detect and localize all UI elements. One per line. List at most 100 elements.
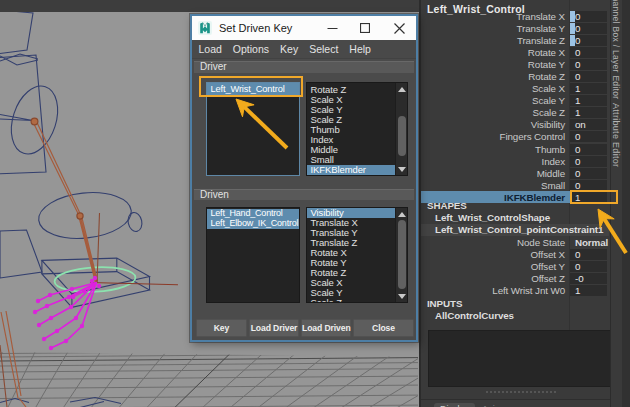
key-button[interactable]: Key [196, 319, 247, 337]
scrollbar-thumb[interactable] [398, 220, 406, 289]
sidebar-tab-strip: Channel Box / Layer Editor Attribute Edi… [610, 0, 622, 407]
tab-anim[interactable]: Anim [476, 403, 508, 407]
close-button[interactable] [384, 16, 414, 40]
attribute-label: Small [421, 180, 568, 191]
channelbox-attribute-row[interactable]: Index 0 [421, 155, 609, 167]
attribute-value-field[interactable]: 0 [570, 168, 607, 179]
menu-item[interactable]: Select [304, 43, 344, 55]
channelbox-row[interactable]: Offset X 0 [421, 248, 609, 260]
channelbox-attribute-row[interactable]: Rotate Y 0 [421, 58, 609, 70]
set-driven-key-dialog: Set Driven Key LoadOptionsKeySelectHelp … [190, 14, 418, 342]
channelbox-attribute-row[interactable]: Translate X 0 [421, 10, 609, 22]
row-label: SHAPES [421, 200, 609, 211]
dialog-menubar: LoadOptionsKeySelectHelp [192, 40, 416, 59]
scrollbar-thumb[interactable] [398, 116, 406, 156]
channelbox-attribute-row[interactable]: Small 0 [421, 179, 609, 191]
tab-channel-box-layer-editor[interactable]: Channel Box / Layer Editor [611, 0, 621, 99]
attribute-value-field[interactable]: 0 [570, 144, 607, 155]
attribute-value-field[interactable]: 0 [570, 11, 607, 22]
attribute-value-field[interactable]: 0 [570, 47, 607, 58]
driver-object-item[interactable]: Left_Wrist_Control [207, 83, 300, 96]
channelbox-attribute-row[interactable]: Thumb 0 [421, 143, 609, 155]
channel-box-panel: Left_Wrist_Control Translate X 0 Transla… [421, 0, 630, 407]
channelbox-row[interactable]: Offset Y 0 [421, 260, 609, 272]
driven-attribute-list[interactable]: VisibilityTranslate XTranslate YTranslat… [306, 207, 409, 303]
load-driven-button[interactable]: Load Driven [301, 319, 351, 337]
menu-item[interactable]: Key [275, 43, 304, 55]
row-value-field[interactable]: Normal [570, 237, 607, 248]
menu-item[interactable]: Options [227, 43, 274, 55]
attribute-value-field[interactable]: on [570, 119, 607, 130]
scroll-up-icon[interactable] [396, 83, 408, 95]
attribute-value-field[interactable]: 0 [570, 180, 607, 191]
panel-splitter-handle[interactable] [486, 391, 556, 393]
row-value-field[interactable]: -0 [570, 273, 607, 284]
channelbox-attribute-row[interactable]: Scale Z 1 [421, 107, 609, 119]
attribute-label: Visibility [421, 119, 568, 130]
channelbox-row[interactable]: INPUTS [421, 297, 609, 309]
maximize-button[interactable] [350, 16, 380, 40]
row-label: Node State [421, 237, 568, 248]
attribute-value-field[interactable]: 0 [570, 156, 607, 167]
attribute-value-field[interactable]: 0 [570, 35, 607, 46]
row-label: Left Wrist Jnt W0 [421, 285, 568, 296]
close-dialog-button[interactable]: Close [353, 319, 414, 337]
attribute-label: Fingers Control [421, 131, 568, 142]
channelbox-attribute-row[interactable]: Translate Z 0 [421, 34, 609, 46]
attribute-value-field[interactable]: 0 [570, 131, 607, 142]
scroll-down-icon[interactable] [396, 290, 408, 302]
driver-attr-scrollbar[interactable] [395, 83, 407, 175]
dialog-titlebar[interactable]: Set Driven Key [192, 16, 416, 40]
menu-item[interactable]: Help [344, 43, 377, 55]
channelbox-row[interactable]: Left_Wrist_ControlShape [421, 212, 609, 224]
channelbox-shapes-section: SHAPES Left_Wrist_ControlShape Left_Wris… [421, 200, 609, 322]
tab-display[interactable]: Display [434, 403, 475, 407]
channelbox-row[interactable]: Node State Normal [421, 236, 609, 248]
channelbox-row[interactable]: SHAPES [421, 200, 609, 212]
channelbox-attribute-row[interactable]: Fingers Control 0 [421, 131, 609, 143]
attribute-value-field[interactable]: 0 [570, 71, 607, 82]
window-right-edge [622, 0, 630, 407]
attribute-label: Index [421, 156, 568, 167]
channelbox-attribute-row[interactable]: Translate Y 0 [421, 22, 609, 34]
menu-item[interactable]: Load [193, 43, 227, 55]
row-value-field[interactable]: 1 [570, 285, 607, 296]
row-label: Offset Z [421, 273, 568, 284]
channelbox-row[interactable]: AllControlCurves [421, 309, 609, 321]
attribute-value-field[interactable]: 0 [570, 23, 607, 34]
channelbox-attribute-row[interactable]: Rotate X 0 [421, 46, 609, 58]
driven-object-item[interactable]: Left_Elbow_IK_Control [207, 219, 300, 229]
driver-attribute-item[interactable]: IKFKBlemder [307, 165, 408, 175]
scroll-down-icon[interactable] [396, 163, 408, 175]
attribute-label: Rotate Z [421, 71, 568, 82]
attribute-value-field[interactable]: 1 [570, 83, 607, 94]
driver-object-list[interactable]: Left_Wrist_Control [206, 82, 301, 176]
row-label: INPUTS [421, 298, 609, 309]
attribute-value-field[interactable]: 0 [570, 59, 607, 70]
driven-attr-scrollbar[interactable] [395, 208, 407, 302]
channelbox-attribute-row[interactable]: Scale Y 1 [421, 95, 609, 107]
channelbox-row[interactable]: Left_Wrist_Control_pointConstraint1 [421, 224, 609, 236]
scroll-up-icon[interactable] [396, 208, 408, 220]
minimize-button[interactable] [317, 16, 347, 40]
channelbox-attribute-row[interactable]: Rotate Z 0 [421, 70, 609, 82]
tab-attribute-editor[interactable]: Attribute Editor [611, 103, 621, 167]
attribute-value-field[interactable]: 1 [570, 107, 607, 118]
channelbox-empty-area [428, 330, 616, 387]
channelbox-attribute-row[interactable]: Scale X 1 [421, 83, 609, 95]
driven-object-list[interactable]: Left_Hand_ControlLeft_Elbow_IK_Control [206, 207, 301, 303]
viewport-toolbar [0, 0, 419, 12]
row-value-field[interactable]: 0 [570, 261, 607, 272]
channelbox-attribute-row[interactable]: Middle 0 [421, 167, 609, 179]
driver-section-header: Driver [194, 61, 414, 73]
driver-attribute-list[interactable]: Rotate ZScale XScale YScale ZThumbIndexM… [306, 82, 409, 176]
channelbox-attribute-row[interactable]: Visibility on [421, 119, 609, 131]
driven-attribute-item[interactable]: Scale Z [307, 298, 408, 303]
attribute-value-field[interactable]: 1 [570, 95, 607, 106]
row-value-field[interactable]: 0 [570, 249, 607, 260]
channelbox-row[interactable]: Left Wrist Jnt W0 1 [421, 285, 609, 297]
minimize-icon [327, 23, 338, 34]
load-driver-button[interactable]: Load Driver [249, 319, 299, 337]
channelbox-row[interactable]: Offset Z -0 [421, 273, 609, 285]
attribute-label: Scale Y [421, 95, 568, 106]
